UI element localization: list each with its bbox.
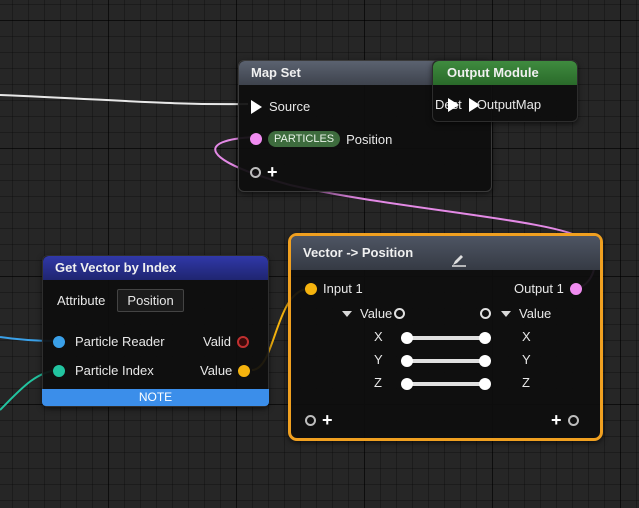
input1-row[interactable]: Input 1 bbox=[305, 281, 363, 296]
wire-white bbox=[0, 94, 249, 106]
output1-row[interactable]: Output 1 bbox=[514, 281, 582, 296]
axis-y-left-knob[interactable] bbox=[401, 355, 413, 367]
output1-pin[interactable] bbox=[569, 282, 582, 295]
get-vector-title: Get Vector by Index bbox=[55, 260, 177, 275]
add-input-button[interactable]: + bbox=[322, 411, 333, 429]
axis-x-link[interactable] bbox=[401, 332, 491, 344]
left-value-label: Value bbox=[360, 306, 393, 321]
particle-index-pin[interactable] bbox=[53, 364, 65, 377]
axis-x-right-label: X bbox=[522, 329, 531, 344]
particles-badge: PARTICLES bbox=[268, 131, 341, 147]
position-label: Position bbox=[346, 131, 393, 147]
value-out-pin[interactable] bbox=[238, 364, 251, 377]
output-module-header[interactable]: Output Module bbox=[433, 61, 577, 85]
particle-reader-pin[interactable] bbox=[53, 335, 65, 348]
valid-pin[interactable] bbox=[236, 335, 249, 348]
axis-x-left-label: X bbox=[374, 329, 383, 344]
valid-row[interactable]: Valid bbox=[203, 334, 249, 349]
dest-pin-row[interactable]: Dest OutputMap bbox=[435, 97, 541, 112]
input1-label: Input 1 bbox=[323, 281, 363, 296]
vector-position-node[interactable]: Vector -> Position Input 1 Output 1 Valu… bbox=[288, 233, 603, 441]
attribute-row: Attribute Position bbox=[57, 289, 184, 312]
add-pin-icon[interactable] bbox=[250, 166, 261, 178]
add-input-row[interactable]: + bbox=[305, 411, 333, 429]
right-value-pin[interactable] bbox=[480, 308, 491, 319]
note-bar[interactable]: NOTE bbox=[42, 389, 269, 406]
get-vector-node[interactable]: Get Vector by Index Attribute Position P… bbox=[42, 255, 269, 407]
output1-label: Output 1 bbox=[514, 281, 564, 296]
axis-y-right-label: Y bbox=[522, 352, 531, 367]
right-value-label: Value bbox=[519, 306, 552, 321]
get-vector-header[interactable]: Get Vector by Index bbox=[43, 256, 268, 280]
axis-y-link[interactable] bbox=[401, 355, 491, 367]
valid-label: Valid bbox=[203, 334, 231, 349]
add-input-pin[interactable] bbox=[305, 414, 316, 426]
axis-z-left-label: Z bbox=[374, 375, 382, 390]
particle-index-row[interactable]: Particle Index bbox=[53, 363, 154, 378]
axis-z-right-label: Z bbox=[522, 375, 530, 390]
left-value-pin[interactable] bbox=[394, 308, 406, 319]
axis-y-left-label: Y bbox=[374, 352, 383, 367]
right-value-expand-icon[interactable] bbox=[501, 310, 511, 317]
axis-z-link[interactable] bbox=[401, 378, 491, 390]
particle-reader-label: Particle Reader bbox=[75, 334, 165, 349]
axis-z-left-knob[interactable] bbox=[401, 378, 413, 390]
source-pin-row[interactable]: Source bbox=[251, 99, 310, 114]
left-value-row[interactable]: Value bbox=[342, 306, 406, 321]
output-module-title: Output Module bbox=[447, 65, 539, 80]
add-output-row[interactable]: + bbox=[551, 411, 579, 429]
output-map-label: OutputMap bbox=[476, 97, 542, 112]
value-out-row[interactable]: Value bbox=[200, 363, 251, 378]
output-module-node[interactable]: Output Module Dest OutputMap bbox=[432, 60, 578, 122]
position-pin-row[interactable]: PARTICLES Position bbox=[250, 131, 392, 147]
source-label: Source bbox=[269, 99, 311, 114]
edit-pencil-icon[interactable] bbox=[451, 246, 467, 280]
note-label: NOTE bbox=[138, 390, 173, 404]
map-set-add-row[interactable]: + bbox=[250, 163, 278, 181]
particle-reader-row[interactable]: Particle Reader bbox=[53, 334, 165, 349]
attribute-label: Attribute bbox=[57, 293, 106, 308]
axis-x-right-knob[interactable] bbox=[479, 332, 491, 344]
vector-position-header[interactable]: Vector -> Position bbox=[291, 236, 600, 270]
map-set-add-button[interactable]: + bbox=[267, 163, 278, 181]
add-output-button[interactable]: + bbox=[551, 411, 562, 429]
dest-exec-pin[interactable] bbox=[447, 97, 459, 112]
input1-pin[interactable] bbox=[305, 282, 317, 295]
particle-index-label: Particle Index bbox=[75, 363, 154, 378]
map-set-title: Map Set bbox=[251, 65, 301, 80]
add-output-pin[interactable] bbox=[567, 414, 579, 426]
axis-x-left-knob[interactable] bbox=[401, 332, 413, 344]
axis-y-right-knob[interactable] bbox=[479, 355, 491, 367]
source-exec-pin[interactable] bbox=[251, 99, 262, 114]
position-input-pin[interactable] bbox=[250, 133, 262, 145]
attribute-field[interactable]: Position bbox=[117, 289, 184, 312]
left-value-expand-icon[interactable] bbox=[342, 310, 352, 317]
vector-position-title: Vector -> Position bbox=[303, 245, 414, 260]
value-out-label: Value bbox=[200, 363, 233, 378]
axis-z-right-knob[interactable] bbox=[479, 378, 491, 390]
right-value-row[interactable]: Value bbox=[480, 306, 551, 321]
